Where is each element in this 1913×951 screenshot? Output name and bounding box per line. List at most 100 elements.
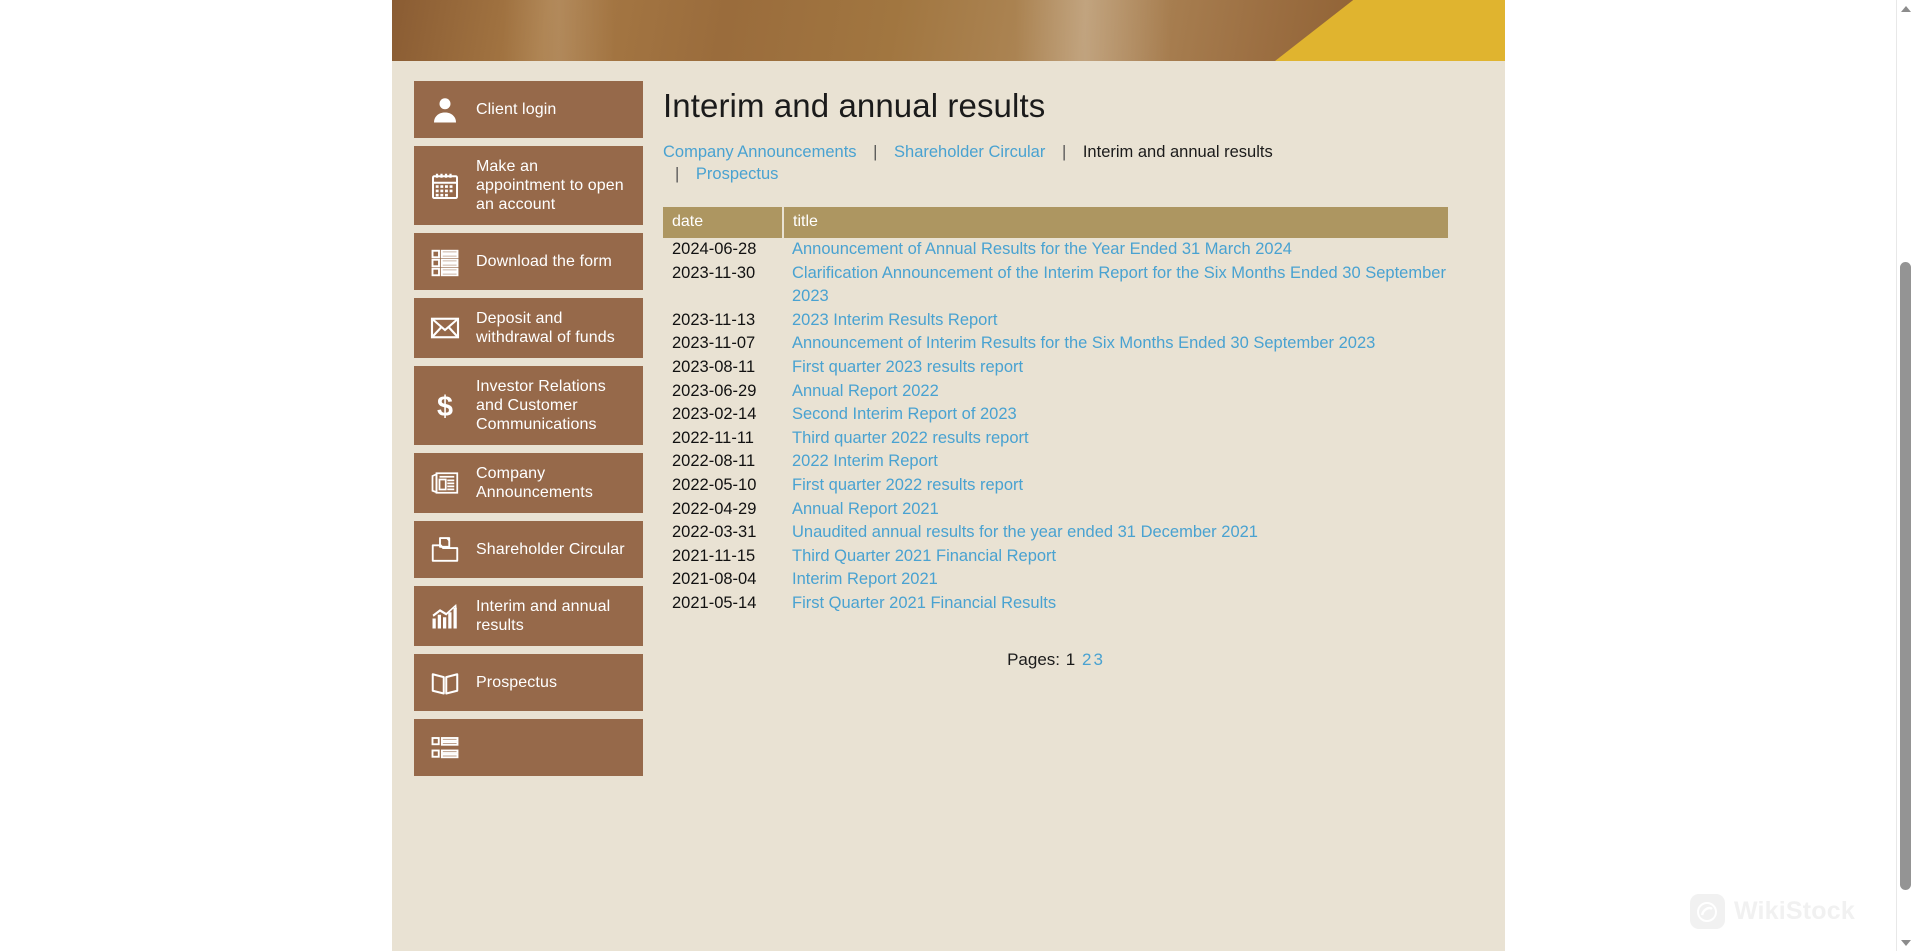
- report-link[interactable]: 2022 Interim Report: [792, 452, 938, 470]
- table-row: 2022-04-29 Annual Report 2021: [663, 498, 1448, 522]
- sidebar-item-company-announcements[interactable]: Company Announcements: [414, 453, 643, 513]
- cell-title: 2023 Interim Results Report: [783, 309, 1448, 333]
- report-link[interactable]: Announcement of Interim Results for the …: [792, 334, 1375, 352]
- pager-page-2[interactable]: 2: [1081, 650, 1092, 669]
- sidebar-item-interim-annual-results[interactable]: Interim and annual results: [414, 586, 643, 646]
- cell-date: 2021-08-04: [672, 570, 757, 589]
- newspaper-icon: [428, 466, 462, 500]
- sidebar-item-label: Company Announcements: [476, 465, 593, 501]
- cell-title: Second Interim Report of 2023: [783, 403, 1448, 427]
- svg-text:$: $: [437, 391, 453, 421]
- table-row: 2021-08-04 Interim Report 2021: [663, 568, 1448, 592]
- dollar-icon: $: [428, 389, 462, 423]
- report-link[interactable]: Second Interim Report of 2023: [792, 405, 1017, 423]
- sidebar-item-deposit-withdrawal[interactable]: Deposit and withdrawal of funds: [414, 298, 643, 358]
- table-row: 2023-11-30 Clarification Announcement of …: [663, 262, 1448, 309]
- cell-date: 2022-08-11: [672, 452, 756, 471]
- table-row: 2023-02-14 Second Interim Report of 2023: [663, 403, 1448, 427]
- pager-page-3[interactable]: 3: [1092, 650, 1103, 669]
- table-row: 2023-08-11 First quarter 2023 results rep…: [663, 356, 1448, 380]
- sidebar-item-label: Prospectus: [476, 674, 558, 691]
- report-link[interactable]: Unaudited annual results for the year en…: [792, 523, 1258, 541]
- report-link[interactable]: Annual Report 2022: [792, 382, 939, 400]
- cell-title: 2022 Interim Report: [783, 450, 1448, 474]
- banner-highlight-right: [1015, 0, 1172, 61]
- breadcrumb-link-company-announcements[interactable]: Company Announcements: [663, 143, 857, 161]
- report-link[interactable]: First quarter 2022 results report: [792, 476, 1023, 494]
- pager-page-1[interactable]: 1: [1065, 650, 1076, 669]
- cell-date: 2023-11-30: [672, 263, 756, 282]
- table-row: 2022-11-11 Third quarter 2022 results rep…: [663, 427, 1448, 451]
- report-link[interactable]: Annual Report 2021: [792, 500, 939, 518]
- cell-title: First Quarter 2021 Financial Results: [783, 592, 1448, 616]
- sidebar-item-label: Shareholder Circular: [476, 541, 625, 558]
- table-row: 2023-11-07 Announcement of Interim Result…: [663, 332, 1448, 356]
- sidebar-item-shareholder-circular[interactable]: Shareholder Circular: [414, 521, 643, 578]
- report-link[interactable]: Announcement of Annual Results for the Y…: [792, 240, 1292, 258]
- table-row: 2023-06-29 Annual Report 2022: [663, 380, 1448, 404]
- column-header-title: title: [783, 207, 1448, 238]
- sidebar-item-download-form[interactable]: Download the form: [414, 233, 643, 290]
- sidebar-item-client-login[interactable]: Client login: [414, 81, 643, 138]
- cell-date: 2021-11-15: [672, 546, 756, 565]
- table-row: 2021-11-15 Third Quarter 2021 Financial R…: [663, 545, 1448, 569]
- breadcrumb-current: Interim and annual results: [1082, 143, 1273, 161]
- cell-title: Third Quarter 2021 Financial Report: [783, 545, 1448, 569]
- cell-title: Annual Report 2022: [783, 380, 1448, 404]
- sidebar-item-make-appointment[interactable]: Make an appointment to open an account: [414, 146, 643, 225]
- cell-date: 2023-02-14: [672, 405, 757, 424]
- cell-date: 2023-11-13: [672, 310, 756, 329]
- table-row: 2021-05-14 First Quarter 2021 Financial R…: [663, 592, 1448, 616]
- sidebar-item-label: Client login: [476, 101, 557, 118]
- cell-date: 2022-03-31: [672, 523, 757, 542]
- breadcrumb-separator: |: [675, 165, 680, 183]
- cell-title: Third quarter 2022 results report: [783, 427, 1448, 451]
- sidebar-item-label: Investor Relations and Customer Communic…: [476, 378, 606, 433]
- watermark-text: WikiStock: [1733, 897, 1855, 925]
- wikistock-logo-icon: [1689, 894, 1725, 929]
- cell-title: Interim Report 2021: [783, 568, 1448, 592]
- calendar-icon: [428, 169, 462, 203]
- cell-title: First quarter 2022 results report: [783, 474, 1448, 498]
- breadcrumb-separator: |: [873, 143, 878, 161]
- report-link[interactable]: Third Quarter 2021 Financial Report: [792, 547, 1056, 565]
- sidebar-nav: Client login Make an appointment to open…: [414, 81, 643, 776]
- report-link[interactable]: First Quarter 2021 Financial Results: [792, 594, 1056, 612]
- report-link[interactable]: First quarter 2023 results report: [792, 358, 1023, 376]
- table-body: 2024-06-28 Announcement of Annual Results…: [663, 238, 1448, 616]
- sidebar-item-investor-relations[interactable]: $ Investor Relations and Customer Commun…: [414, 366, 643, 445]
- page-title: Interim and annual results: [663, 87, 1046, 124]
- report-link[interactable]: 2023 Interim Results Report: [792, 311, 997, 329]
- vertical-scrollbar[interactable]: [1896, 0, 1913, 951]
- cell-title: First quarter 2023 results report: [783, 356, 1448, 380]
- table-head: date title: [663, 207, 1448, 238]
- report-link[interactable]: Interim Report 2021: [792, 570, 938, 588]
- cell-date: 2023-11-07: [672, 334, 756, 353]
- sidebar-item-label: Download the form: [476, 253, 612, 270]
- sidebar-item-prospectus[interactable]: Prospectus: [414, 654, 643, 711]
- cell-title: Clarification Announcement of the Interi…: [783, 262, 1448, 309]
- breadcrumb-separator: |: [1061, 143, 1067, 161]
- sidebar-item-label: Make an appointment to open an account: [476, 158, 624, 213]
- watermark: WikiStock: [1689, 894, 1855, 929]
- scroll-up-arrow-icon[interactable]: [1897, 0, 1913, 17]
- breadcrumb-link-prospectus[interactable]: Prospectus: [696, 165, 779, 183]
- cell-title: Announcement of Interim Results for the …: [783, 332, 1448, 356]
- table-row: 2022-08-11 2022 Interim Report: [663, 450, 1448, 474]
- scroll-down-arrow-icon[interactable]: [1897, 934, 1913, 951]
- breadcrumb-link-shareholder-circular[interactable]: Shareholder Circular: [894, 143, 1045, 161]
- report-link[interactable]: Clarification Announcement of the Interi…: [792, 264, 1446, 306]
- table-row: 2024-06-28 Announcement of Annual Results…: [663, 238, 1448, 262]
- breadcrumb: Company Announcements | Shareholder Circ…: [663, 141, 1283, 185]
- sidebar-item-partial[interactable]: [414, 719, 643, 776]
- form-list-icon: [428, 245, 462, 279]
- folder-document-icon: [428, 533, 462, 567]
- cell-title: Annual Report 2021: [783, 498, 1448, 522]
- bar-chart-icon: [428, 599, 462, 633]
- site-container: Client login Make an appointment to open…: [392, 0, 1505, 951]
- user-icon: [428, 93, 462, 127]
- report-link[interactable]: Third quarter 2022 results report: [792, 429, 1029, 447]
- scrollbar-thumb[interactable]: [1900, 262, 1911, 890]
- open-book-icon: [428, 666, 462, 700]
- site-body: Client login Make an appointment to open…: [392, 61, 1505, 776]
